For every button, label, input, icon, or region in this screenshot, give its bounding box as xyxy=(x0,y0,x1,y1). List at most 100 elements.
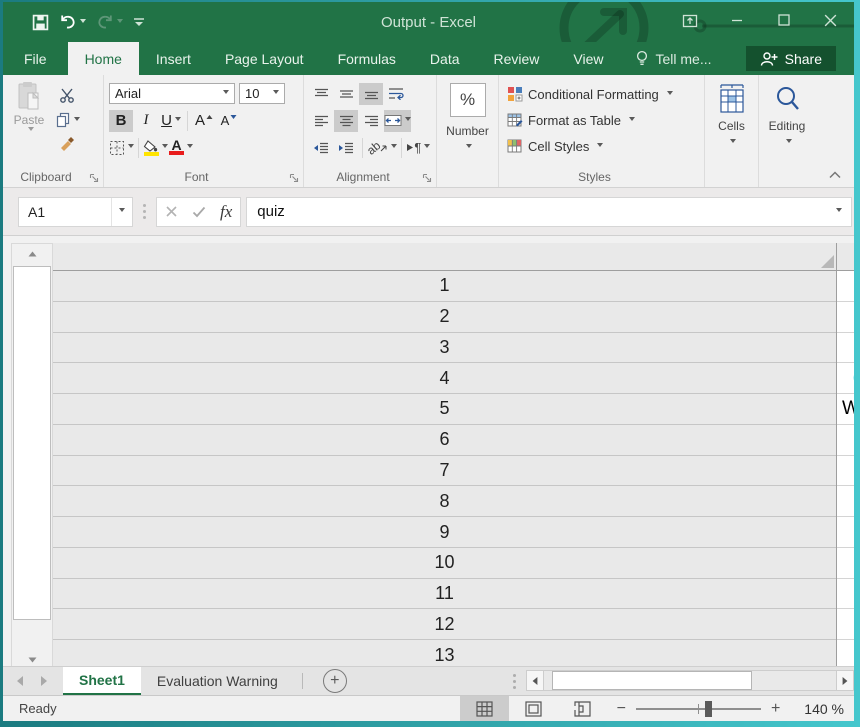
merge-center-caret[interactable] xyxy=(405,117,411,124)
cell-A8[interactable] xyxy=(837,486,854,517)
grow-font-button[interactable]: A xyxy=(192,110,216,132)
cell-A1[interactable]: quiz xyxy=(837,271,854,302)
font-name-combo[interactable]: Arial xyxy=(109,83,235,104)
paste-dropdown-caret[interactable] xyxy=(28,127,34,134)
cut-button[interactable] xyxy=(55,84,80,106)
decrease-indent-button[interactable] xyxy=(309,137,333,159)
column-header-A[interactable]: A xyxy=(837,243,854,270)
tab-file[interactable]: File xyxy=(3,42,68,75)
copy-dropdown-caret[interactable] xyxy=(74,117,80,124)
save-button[interactable] xyxy=(29,12,52,33)
tab-page-layout[interactable]: Page Layout xyxy=(208,42,321,75)
minimize-button[interactable] xyxy=(713,2,760,38)
tell-me-box[interactable]: Tell me... xyxy=(621,42,726,75)
tabbar-resize-gripper[interactable] xyxy=(513,674,516,689)
enter-check-icon[interactable] xyxy=(192,206,206,218)
align-left-button[interactable] xyxy=(309,110,333,132)
borders-button[interactable] xyxy=(109,137,134,159)
clipboard-dialog-launcher-icon[interactable] xyxy=(89,173,99,183)
row-header-4[interactable]: 4 xyxy=(53,363,836,394)
tab-formulas[interactable]: Formulas xyxy=(321,42,413,75)
row-header-5[interactable]: 5 xyxy=(53,394,836,425)
cell-styles-button[interactable]: Cell Styles xyxy=(499,133,704,159)
increase-indent-button[interactable] xyxy=(334,137,358,159)
ribbon-display-options-button[interactable] xyxy=(666,2,713,38)
alignment-dialog-launcher-icon[interactable] xyxy=(422,173,432,183)
zoom-in-button[interactable]: + xyxy=(761,701,790,717)
insert-function-button[interactable]: fx xyxy=(220,202,232,222)
paste-button[interactable]: Paste xyxy=(3,81,55,156)
conditional-formatting-button[interactable]: Conditional Formatting xyxy=(499,81,704,107)
redo-button[interactable] xyxy=(93,12,126,32)
row-header-1[interactable]: 1 xyxy=(53,271,836,302)
tab-home[interactable]: Home xyxy=(68,42,139,75)
zoom-out-button[interactable]: − xyxy=(607,701,636,717)
cell-A2[interactable]: sport xyxy=(837,302,854,333)
vertical-scroll-thumb[interactable] xyxy=(13,266,51,620)
maximize-button[interactable] xyxy=(760,2,807,38)
page-break-preview-button[interactable] xyxy=(558,696,607,721)
cell-styles-caret[interactable] xyxy=(597,143,603,150)
editing-button[interactable]: Editing xyxy=(759,83,815,146)
format-as-table-button[interactable]: Format as Table xyxy=(499,107,704,133)
sheet-tab-evaluation-warning[interactable]: Evaluation Warning xyxy=(141,667,294,695)
share-button[interactable]: Share xyxy=(746,46,836,71)
underline-caret[interactable] xyxy=(175,117,181,124)
zoom-slider-thumb[interactable] xyxy=(705,701,712,717)
tab-insert[interactable]: Insert xyxy=(139,42,208,75)
zoom-slider[interactable] xyxy=(636,708,761,710)
format-as-table-caret[interactable] xyxy=(629,117,635,124)
editing-caret[interactable] xyxy=(786,139,792,146)
fill-color-caret[interactable] xyxy=(162,144,168,151)
cells-caret[interactable] xyxy=(730,139,736,146)
cell-A6[interactable] xyxy=(837,425,854,456)
tab-data[interactable]: Data xyxy=(413,42,477,75)
cell-A5[interactable]: Which one xyxy=(837,394,854,425)
row-header-7[interactable]: 7 xyxy=(53,456,836,487)
number-format-button[interactable]: % Number xyxy=(437,83,498,151)
shrink-font-button[interactable]: A xyxy=(217,110,241,132)
horizontal-scroll-thumb[interactable] xyxy=(552,671,752,690)
horizontal-scroll-track[interactable] xyxy=(544,670,836,691)
format-painter-button[interactable] xyxy=(55,134,80,156)
vertical-scrollbar[interactable] xyxy=(11,243,53,671)
text-direction-caret[interactable] xyxy=(424,144,430,151)
bold-button[interactable]: B xyxy=(109,110,133,132)
cells-button[interactable]: Cells xyxy=(705,83,758,146)
tab-review[interactable]: Review xyxy=(477,42,557,75)
zoom-level-label[interactable]: 140 % xyxy=(790,701,844,717)
row-header-10[interactable]: 10 xyxy=(53,548,836,579)
cell-A9[interactable] xyxy=(837,517,854,548)
sheet-tab-sheet1[interactable]: Sheet1 xyxy=(63,667,141,695)
scroll-left-button[interactable] xyxy=(526,670,544,691)
row-header-3[interactable]: 3 xyxy=(53,333,836,364)
italic-button[interactable]: I xyxy=(134,110,158,132)
tab-view[interactable]: View xyxy=(556,42,620,75)
horizontal-scrollbar[interactable] xyxy=(526,670,854,691)
borders-caret[interactable] xyxy=(128,144,134,151)
row-header-12[interactable]: 12 xyxy=(53,609,836,640)
bottom-align-button[interactable] xyxy=(359,83,383,105)
new-sheet-button[interactable]: + xyxy=(323,669,347,693)
row-header-9[interactable]: 9 xyxy=(53,517,836,548)
underline-button[interactable]: U xyxy=(159,110,183,132)
collapse-ribbon-button[interactable] xyxy=(828,170,842,179)
conditional-formatting-caret[interactable] xyxy=(667,91,673,98)
cancel-icon[interactable] xyxy=(165,205,178,218)
undo-dropdown-caret[interactable] xyxy=(80,19,86,26)
top-align-button[interactable] xyxy=(309,83,333,105)
align-center-button[interactable] xyxy=(334,110,358,132)
row-header-2[interactable]: 2 xyxy=(53,302,836,333)
undo-button[interactable] xyxy=(56,12,89,32)
font-dialog-launcher-icon[interactable] xyxy=(289,173,299,183)
align-right-button[interactable] xyxy=(359,110,383,132)
customize-quick-access-button[interactable] xyxy=(130,14,148,30)
cell-A4[interactable]: question xyxy=(837,363,854,394)
fill-color-button[interactable] xyxy=(143,137,168,159)
name-box[interactable]: A1 xyxy=(18,197,133,227)
expand-formula-bar-caret[interactable] xyxy=(836,208,842,215)
formula-input[interactable]: quiz xyxy=(246,197,852,227)
copy-button[interactable] xyxy=(55,109,80,131)
merge-center-button[interactable] xyxy=(384,110,411,132)
number-caret[interactable] xyxy=(466,144,472,151)
